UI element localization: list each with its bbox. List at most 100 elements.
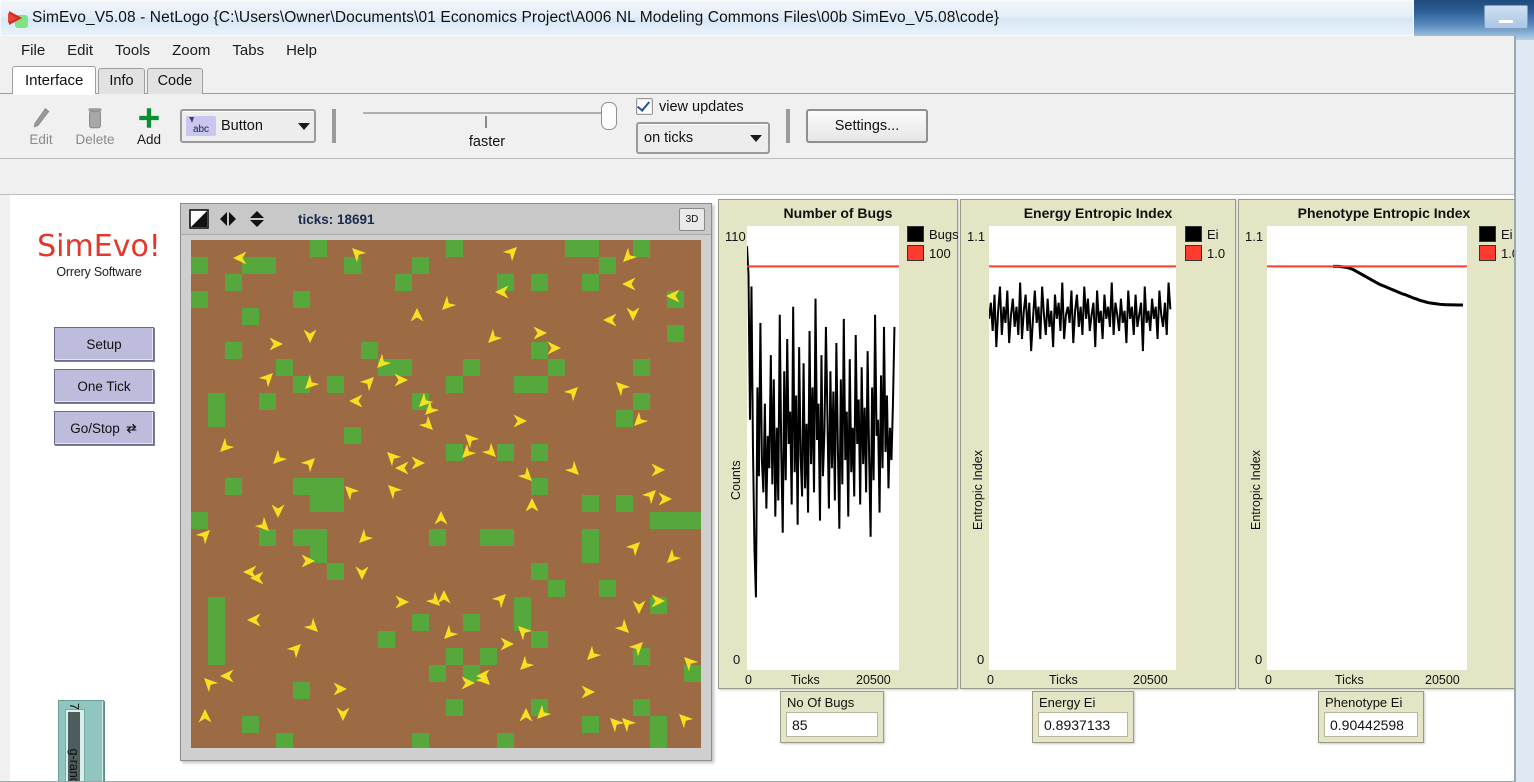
monitor-energy-ei[interactable]: Energy Ei 0.8937133	[1032, 691, 1134, 743]
monitor-value: 85	[786, 712, 878, 737]
legend-item[interactable]: Ei	[1479, 226, 1514, 242]
menu-item-tools[interactable]: Tools	[104, 39, 161, 62]
patch	[276, 733, 293, 748]
tab-code[interactable]: Code	[147, 68, 204, 94]
add-button[interactable]: Add	[122, 99, 176, 153]
plot-number-of-bugs[interactable]: Number of Bugs 110 0 Counts Bugs 100	[718, 199, 958, 689]
patch	[412, 733, 429, 748]
speed-slider-line	[363, 112, 603, 114]
legend-label: Bugs	[929, 227, 959, 242]
update-mode-select[interactable]: on ticks	[636, 122, 770, 154]
half-fill-icon[interactable]	[189, 209, 209, 229]
menu-item-edit[interactable]: Edit	[56, 39, 104, 62]
bug-turtle	[482, 327, 505, 350]
toolbar-divider	[786, 109, 790, 143]
patch	[531, 631, 548, 648]
plot-canvas[interactable]	[747, 226, 899, 670]
view-updates-checkbox[interactable]	[636, 98, 653, 115]
plot-x-max: 20500	[1425, 673, 1460, 687]
patch	[208, 410, 225, 427]
chevron-down-icon	[750, 135, 762, 142]
patch	[650, 512, 667, 529]
settings-button[interactable]: Settings...	[806, 109, 928, 143]
window-minimize-button[interactable]	[1484, 5, 1528, 29]
plot-y-min: 0	[1255, 652, 1262, 667]
widget-type-select[interactable]: abc Button	[180, 109, 316, 143]
patch	[412, 614, 429, 631]
patch	[293, 291, 310, 308]
tab-interface[interactable]: Interface	[12, 66, 96, 94]
speed-slider-knob[interactable]	[601, 102, 617, 130]
plot-y-max: 1.1	[1245, 229, 1263, 244]
g-random-seed-slider[interactable]: g-random-seed 7	[58, 700, 104, 781]
plot-series-line	[747, 246, 894, 597]
patch	[531, 444, 548, 461]
patch	[497, 529, 514, 546]
menu-item-file[interactable]: File	[10, 39, 56, 62]
patch	[582, 274, 599, 291]
bug-turtle	[581, 644, 604, 667]
patch	[395, 274, 412, 291]
bug-turtle	[436, 589, 452, 605]
left-right-arrows-icon[interactable]	[218, 209, 238, 229]
bug-turtle	[409, 307, 425, 323]
brand-logo: SimEvo! Orrery Software	[32, 231, 166, 279]
speed-slider[interactable]: faster	[352, 102, 622, 150]
menu-item-help[interactable]: Help	[275, 39, 328, 62]
patch	[497, 733, 514, 748]
go-stop-button[interactable]: Go/Stop	[54, 411, 154, 445]
menu-item-tabs[interactable]: Tabs	[221, 39, 275, 62]
monitor-label: Phenotype Ei	[1325, 695, 1402, 710]
monitor-no-of-bugs[interactable]: No Of Bugs 85	[780, 691, 884, 743]
window-title: SimEvo_V5.08 - NetLogo {C:\Users\Owner\D…	[32, 9, 999, 27]
up-down-arrows-icon[interactable]	[247, 209, 267, 229]
delete-button[interactable]: Delete	[68, 99, 122, 153]
bug-turtle	[610, 375, 633, 398]
legend-item[interactable]: Ei	[1185, 226, 1225, 242]
bug-turtle	[268, 336, 284, 352]
bug-turtle	[198, 671, 221, 694]
bug-turtle	[625, 306, 641, 322]
one-tick-button[interactable]: One Tick	[54, 369, 154, 403]
window-titlebar[interactable]: SimEvo_V5.08 - NetLogo {C:\Users\Owner\D…	[0, 0, 1414, 36]
world-grid[interactable]	[191, 240, 701, 748]
legend-label: 100	[929, 246, 951, 261]
monitor-phenotype-ei[interactable]: Phenotype Ei 0.90442598	[1318, 691, 1424, 743]
toolbar-divider	[332, 109, 336, 143]
bug-turtle	[394, 594, 410, 610]
world-view[interactable]: ticks: 18691 3D	[180, 203, 712, 761]
legend-item[interactable]: Bugs	[907, 226, 959, 242]
legend-item[interactable]: 100	[907, 245, 959, 261]
bug-turtle	[613, 617, 636, 640]
plot-phenotype-entropic-index[interactable]: Phenotype Entropic Index 1.1 0 Entropic …	[1238, 199, 1514, 689]
menu-item-zoom[interactable]: Zoom	[161, 39, 221, 62]
tick-counter: ticks: 18691	[298, 212, 375, 227]
plot-energy-entropic-index[interactable]: Energy Entropic Index 1.1 0 Entropic Ind…	[960, 199, 1236, 689]
legend-item[interactable]: 1.0	[1479, 245, 1514, 261]
patch	[259, 257, 276, 274]
go-stop-button-label: Go/Stop	[70, 421, 120, 436]
view-updates-group: view updates on ticks	[636, 98, 770, 154]
patch	[208, 648, 225, 665]
view-updates-row[interactable]: view updates	[636, 98, 770, 115]
tab-info[interactable]: Info	[98, 68, 144, 94]
bug-turtle	[382, 479, 405, 502]
netlogo-window: File Edit Tools Zoom Tabs Help Interface…	[0, 36, 1516, 782]
setup-button[interactable]: Setup	[54, 327, 154, 361]
patch	[446, 240, 463, 257]
plot-legend: Ei 1.0	[1185, 226, 1225, 261]
plot-canvas[interactable]	[1267, 226, 1467, 670]
patch	[191, 257, 208, 274]
legend-item[interactable]: 1.0	[1185, 245, 1225, 261]
bug-turtle	[266, 447, 289, 470]
speed-slider-track[interactable]	[357, 102, 617, 124]
bug-turtle	[300, 553, 316, 569]
tabbar: Interface Info Code	[0, 66, 1514, 94]
edit-button[interactable]: Edit	[14, 99, 68, 153]
patch	[225, 342, 242, 359]
plot-x-label: Ticks	[1049, 673, 1078, 687]
toggle-3d-button[interactable]: 3D	[679, 208, 705, 231]
bug-turtle	[219, 668, 235, 684]
plot-canvas[interactable]	[989, 226, 1176, 670]
patch	[548, 580, 565, 597]
